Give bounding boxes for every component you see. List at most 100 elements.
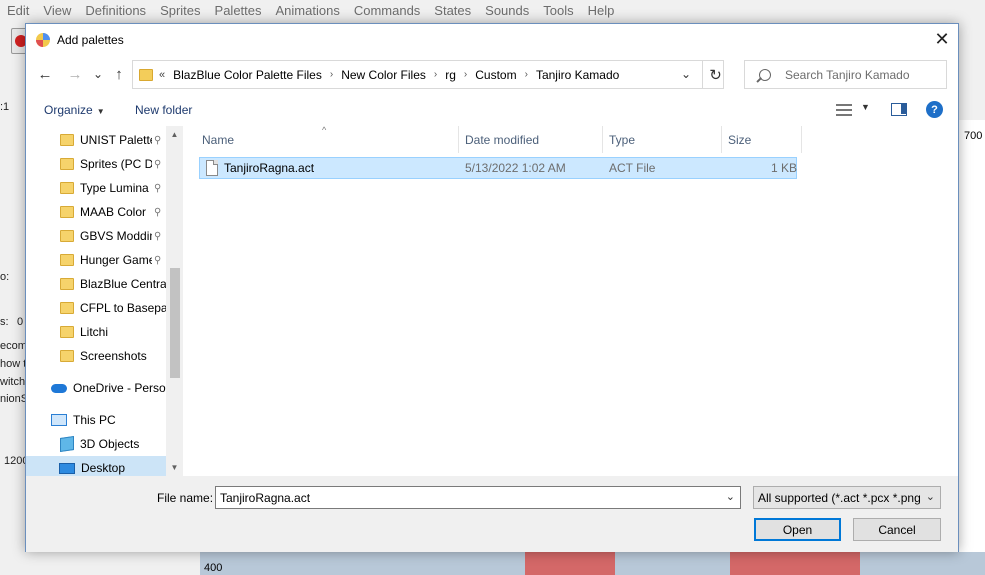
chevron-down-icon[interactable]: ⌄	[681, 67, 691, 81]
menu-commands[interactable]: Commands	[347, 3, 427, 18]
menu-view[interactable]: View	[36, 3, 78, 18]
file-name-input[interactable]: TanjiroRagna.act ⌄	[215, 486, 741, 509]
column-header-date[interactable]: Date modified	[459, 126, 603, 153]
bg-fragment: :1	[0, 101, 10, 113]
scroll-up-icon[interactable]: ▲	[166, 126, 183, 143]
menu-palettes[interactable]: Palettes	[208, 3, 269, 18]
open-button[interactable]: Open	[754, 518, 841, 541]
nav-item-sprites[interactable]: Sprites (PC Dump) ⚲	[26, 152, 166, 176]
chevron-right-icon[interactable]: ›	[525, 69, 528, 80]
search-icon	[759, 68, 771, 81]
breadcrumb-segment[interactable]: Tanjiro Kamado	[536, 68, 619, 82]
nav-item-desktop[interactable]: Desktop	[26, 456, 166, 476]
chevron-right-icon[interactable]: ›	[330, 69, 333, 80]
menu-tools[interactable]: Tools	[536, 3, 580, 18]
folder-icon	[60, 206, 74, 218]
file-type-select[interactable]: All supported (*.act *.pcx *.png ⌄	[753, 486, 941, 509]
menu-sounds[interactable]: Sounds	[478, 3, 536, 18]
menu-animations[interactable]: Animations	[269, 3, 347, 18]
nav-item-this-pc[interactable]: This PC	[26, 408, 166, 432]
cancel-button[interactable]: Cancel	[853, 518, 941, 541]
menu-help[interactable]: Help	[581, 3, 622, 18]
search-input[interactable]: Search Tanjiro Kamado	[744, 60, 947, 89]
view-options-icon[interactable]	[836, 104, 852, 116]
nav-item-screenshots[interactable]: Screenshots	[26, 344, 166, 368]
pin-icon: ⚲	[154, 230, 162, 242]
pin-icon: ⚲	[154, 134, 162, 146]
caret-down-icon[interactable]: ▼	[861, 102, 870, 112]
navigation-pane: UNIST Palettes ⚲ Sprites (PC Dump) ⚲ Typ…	[26, 126, 184, 476]
chevron-down-icon[interactable]: ⌄	[726, 490, 735, 503]
up-arrow-icon[interactable]: ↑	[107, 62, 131, 86]
sprite-shape	[730, 552, 860, 575]
forward-arrow-icon[interactable]: →	[63, 62, 87, 86]
breadcrumb-segment[interactable]: rg	[445, 68, 456, 82]
nav-item-onedrive[interactable]: OneDrive - Personal	[26, 376, 166, 400]
address-bar[interactable]: « BlazBlue Color Palette Files › New Col…	[132, 60, 724, 89]
close-icon[interactable]: ✕	[926, 24, 958, 54]
folder-icon	[60, 134, 74, 146]
nav-item-blazblue-central[interactable]: BlazBlue Central	[26, 272, 166, 296]
scroll-thumb[interactable]	[170, 268, 180, 378]
folder-icon	[60, 302, 74, 314]
sort-ascending-icon: ^	[322, 125, 327, 135]
nav-item-label: BlazBlue Central	[80, 277, 166, 291]
new-folder-button[interactable]: New folder	[135, 103, 192, 117]
command-bar: Organize ▼ New folder ▼ ?	[26, 95, 958, 125]
nav-item-3d-objects[interactable]: 3D Objects	[26, 432, 166, 456]
folder-icon	[139, 68, 153, 81]
cube-icon	[60, 436, 74, 452]
column-header-name[interactable]: Name ^	[184, 125, 459, 153]
menu-edit[interactable]: Edit	[0, 3, 36, 18]
file-type-value: All supported (*.act *.pcx *.png	[758, 491, 921, 505]
nav-item-label: 3D Objects	[80, 437, 140, 451]
organize-button[interactable]: Organize ▼	[44, 103, 105, 117]
nav-item-label: Desktop	[81, 461, 126, 475]
menu-states[interactable]: States	[427, 3, 478, 18]
chevron-right-icon[interactable]: ›	[464, 69, 467, 80]
folder-icon	[60, 350, 74, 362]
nav-item-label: Litchi	[80, 325, 109, 339]
breadcrumb-segment[interactable]: New Color Files	[341, 68, 426, 82]
folder-icon	[60, 326, 74, 338]
nav-scrollbar[interactable]: ▲ ▼	[166, 126, 183, 476]
address-row: ← → ⌄ ↑ « BlazBlue Color Palette Files ›…	[26, 55, 958, 93]
file-icon	[206, 160, 218, 176]
back-arrow-icon[interactable]: ←	[33, 62, 57, 86]
app-icon	[35, 32, 51, 48]
search-placeholder: Search Tanjiro Kamado	[785, 67, 910, 82]
chevron-right-icon[interactable]: ›	[434, 69, 437, 80]
file-date: 5/13/2022 1:02 AM	[465, 161, 566, 175]
nav-item-cfpl-to-basepal[interactable]: CFPL to Basepal	[26, 296, 166, 320]
menu-sprites[interactable]: Sprites	[153, 3, 207, 18]
column-header-size[interactable]: Size	[722, 126, 802, 153]
canvas-area: 700	[958, 120, 985, 575]
bg-fragment: o:	[0, 271, 10, 283]
bg-fragment: how t	[0, 358, 27, 370]
preview-pane-icon[interactable]	[891, 103, 907, 116]
breadcrumb-overflow[interactable]: «	[159, 69, 165, 81]
nav-item-type-lumina[interactable]: Type Lumina ⚲	[26, 176, 166, 200]
scroll-down-icon[interactable]: ▼	[166, 459, 183, 476]
nav-item-litchi[interactable]: Litchi	[26, 320, 166, 344]
file-type: ACT File	[609, 161, 656, 175]
nav-item-gbvs-modding[interactable]: GBVS Modding ⚲	[26, 224, 166, 248]
file-row[interactable]: TanjiroRagna.act 5/13/2022 1:02 AM ACT F…	[199, 157, 797, 179]
chevron-down-icon: ⌄	[925, 491, 935, 503]
file-name-value: TanjiroRagna.act	[220, 491, 311, 505]
desktop-icon	[59, 462, 75, 474]
nav-item-label: Type Lumina	[80, 181, 149, 195]
breadcrumb-segment[interactable]: Custom	[475, 68, 516, 82]
ruler-label: 700	[964, 130, 983, 142]
nav-item-maab-color[interactable]: MAAB Color ⚲	[26, 200, 166, 224]
nav-item-label: OneDrive - Personal	[73, 381, 166, 395]
pin-icon: ⚲	[154, 206, 162, 218]
nav-item-unist-palettes[interactable]: UNIST Palettes ⚲	[26, 128, 166, 152]
nav-item-hunger-games[interactable]: Hunger Games ⚲	[26, 248, 166, 272]
help-icon[interactable]: ?	[926, 101, 943, 118]
menu-definitions[interactable]: Definitions	[78, 3, 153, 18]
refresh-icon[interactable]: ↻	[702, 60, 728, 89]
nav-item-label: MAAB Color	[80, 205, 147, 219]
column-header-type[interactable]: Type	[603, 126, 722, 153]
breadcrumb-segment[interactable]: BlazBlue Color Palette Files	[173, 68, 322, 82]
